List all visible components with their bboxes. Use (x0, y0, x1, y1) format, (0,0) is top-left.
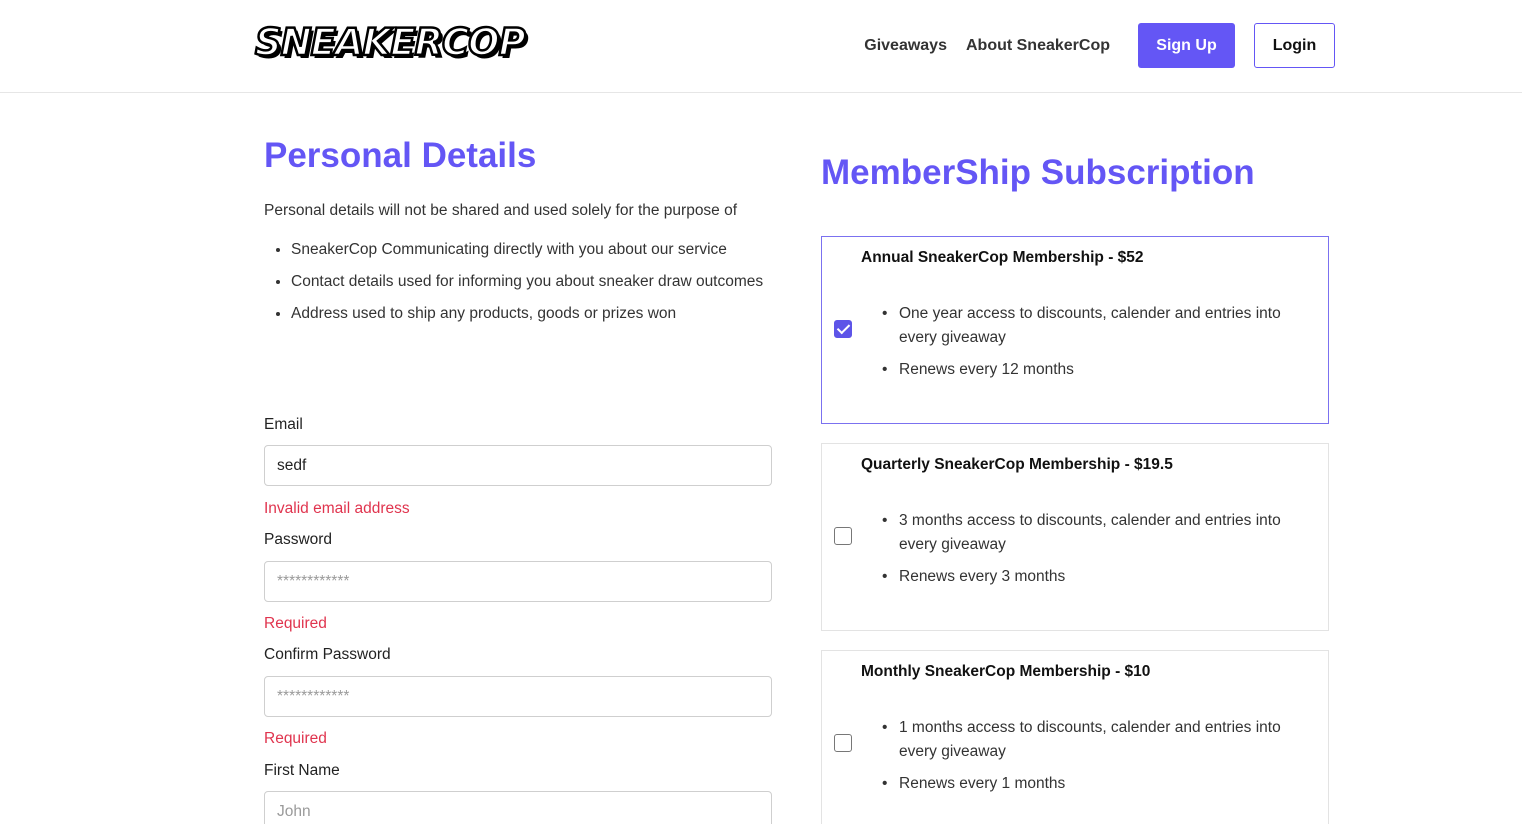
plan-checkbox-monthly[interactable] (834, 734, 852, 752)
plan-title: Quarterly SneakerCop Membership - $19.5 (861, 456, 1173, 473)
list-item: Renews every 12 months (882, 358, 1319, 382)
signup-button[interactable]: Sign Up (1138, 23, 1235, 68)
nav-about-link[interactable]: About SneakerCop (966, 37, 1110, 55)
list-item: Contact details used for informing you a… (291, 270, 772, 294)
personal-details-intro: Personal details will not be shared and … (264, 202, 738, 219)
password-error-message: Required (264, 615, 327, 632)
login-button[interactable]: Login (1254, 23, 1335, 68)
membership-title: MemberShip Subscription (821, 153, 1255, 192)
site-header: SNEAKERCOP Giveaways About SneakerCop Si… (0, 0, 1522, 93)
nav-giveaways-link[interactable]: Giveaways (864, 37, 947, 55)
personal-details-section: Personal Details Personal details will n… (264, 130, 772, 824)
plan-features: 1 months access to discounts, calender a… (882, 716, 1319, 804)
list-item: Renews every 3 months (882, 565, 1319, 589)
confirm-password-error-message: Required (264, 730, 327, 747)
plan-title: Annual SneakerCop Membership - $52 (861, 249, 1144, 266)
plan-features: One year access to discounts, calender a… (882, 302, 1319, 390)
sneakercop-logo[interactable]: SNEAKERCOP (254, 18, 527, 66)
plan-checkbox-quarterly[interactable] (834, 527, 852, 545)
list-item: Renews every 1 months (882, 772, 1319, 796)
plan-card-quarterly[interactable]: Quarterly SneakerCop Membership - $19.5 … (821, 443, 1329, 631)
email-label: Email (264, 416, 303, 433)
plan-card-monthly[interactable]: Monthly SneakerCop Membership - $10 1 mo… (821, 650, 1329, 824)
plan-title: Monthly SneakerCop Membership - $10 (861, 663, 1151, 680)
email-field[interactable] (264, 445, 772, 486)
password-field[interactable] (264, 561, 772, 602)
list-item: 1 months access to discounts, calender a… (882, 716, 1319, 764)
list-item: One year access to discounts, calender a… (882, 302, 1319, 350)
plan-card-annual[interactable]: Annual SneakerCop Membership - $52 One y… (821, 236, 1329, 424)
main-nav: Giveaways About SneakerCop Sign Up Login (845, 23, 1335, 68)
list-item: SneakerCop Communicating directly with y… (291, 238, 772, 262)
confirm-password-field[interactable] (264, 676, 772, 717)
list-item: 3 months access to discounts, calender a… (882, 509, 1319, 557)
email-error-message: Invalid email address (264, 500, 410, 517)
personal-details-bullets: SneakerCop Communicating directly with y… (264, 238, 772, 326)
first-name-label: First Name (264, 762, 340, 779)
membership-section: MemberShip Subscription Annual SneakerCo… (821, 150, 1329, 824)
list-item: Address used to ship any products, goods… (291, 302, 772, 326)
plan-features: 3 months access to discounts, calender a… (882, 509, 1319, 597)
password-label: Password (264, 531, 333, 548)
confirm-password-label: Confirm Password (264, 646, 391, 663)
first-name-field[interactable] (264, 791, 772, 824)
plan-checkbox-annual[interactable] (834, 320, 852, 338)
personal-details-title: Personal Details (264, 136, 537, 175)
logo-text: SNEAKERCOP (254, 19, 527, 65)
